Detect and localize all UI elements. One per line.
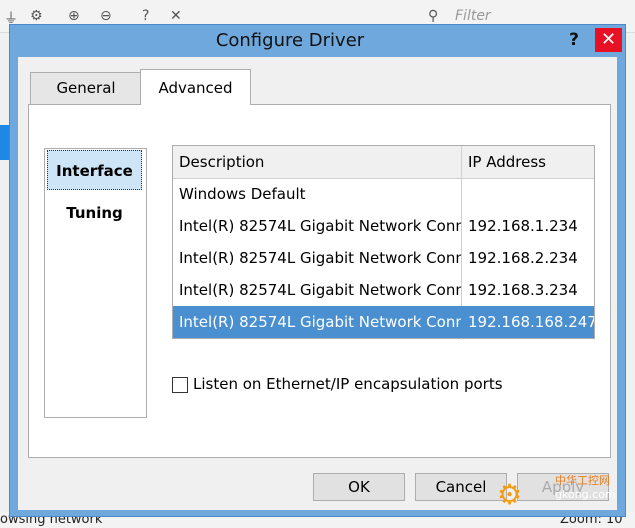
encapsulation-checkbox-label[interactable]: Listen on Ethernet/IP encapsulation port… — [193, 375, 503, 393]
description-cell: Intel(R) 82574L Gigabit Network Conn — [179, 249, 461, 267]
column-header-ip-address[interactable]: IP Address — [462, 146, 594, 178]
zoom-out-icon[interactable]: ⊖ — [100, 8, 112, 24]
close-icon[interactable]: ✕ — [170, 8, 182, 24]
ip-cell — [462, 178, 594, 210]
watermark-gear-icon: ⚙ — [497, 478, 523, 511]
tab-advanced[interactable]: Advanced — [140, 69, 251, 105]
zoom-in-icon[interactable]: ⊕ — [68, 8, 80, 24]
watermark: 中华工控网 gkong.com — [555, 474, 635, 514]
table-row-selected[interactable]: Intel(R) 82574L Gigabit Network Conn 192… — [173, 306, 594, 338]
table-row[interactable]: Windows Default — [173, 178, 594, 210]
column-header-description[interactable]: Description — [173, 146, 461, 178]
table-header: Description IP Address — [173, 146, 594, 179]
description-cell: Intel(R) 82574L Gigabit Network Conn — [179, 217, 461, 235]
help-button[interactable]: ? — [560, 30, 588, 52]
ip-cell: 192.168.1.234 — [468, 217, 578, 235]
encapsulation-checkbox[interactable] — [172, 377, 188, 393]
side-nav-interface[interactable]: Interface — [47, 150, 142, 190]
watermark-line1: 中华工控网 — [555, 474, 610, 487]
gear-icon[interactable]: ⚙ — [30, 8, 43, 24]
description-cell: Intel(R) 82574L Gigabit Network Conn — [179, 281, 461, 299]
ip-cell: 192.168.2.234 — [468, 249, 578, 267]
configure-driver-dialog: Configure Driver ? ✕ General Advanced In… — [9, 24, 626, 517]
ip-cell: 192.168.3.234 — [468, 281, 578, 299]
table-row[interactable]: Intel(R) 82574L Gigabit Network Conn 192… — [173, 210, 594, 242]
table-row[interactable]: Intel(R) 82574L Gigabit Network Conn 192… — [173, 274, 594, 306]
side-nav: Interface Tuning — [44, 148, 147, 418]
help-icon[interactable]: ? — [142, 8, 149, 24]
search-icon[interactable]: ⚲ — [428, 8, 438, 24]
dialog-title: Configure Driver — [215, 30, 365, 51]
dialog-titlebar[interactable]: Configure Driver ? ✕ — [10, 25, 625, 57]
side-nav-tuning[interactable]: Tuning — [47, 193, 142, 233]
description-cell: Intel(R) 82574L Gigabit Network Conn — [179, 313, 461, 331]
close-button[interactable]: ✕ — [595, 28, 622, 52]
ok-button[interactable]: OK — [313, 473, 405, 501]
tab-general[interactable]: General — [30, 72, 142, 104]
table-row[interactable]: Intel(R) 82574L Gigabit Network Conn 192… — [173, 242, 594, 274]
description-cell: Windows Default — [179, 185, 306, 203]
ip-cell: 192.168.168.247 — [468, 313, 594, 331]
dialog-client: General Advanced Interface Tuning Descri… — [18, 57, 617, 510]
interface-table: Description IP Address Windows Default I… — [172, 145, 595, 340]
advanced-panel: Interface Tuning Description IP Address … — [28, 104, 611, 458]
cancel-button[interactable]: Cancel — [415, 473, 507, 501]
watermark-line2: gkong.com — [555, 488, 616, 501]
